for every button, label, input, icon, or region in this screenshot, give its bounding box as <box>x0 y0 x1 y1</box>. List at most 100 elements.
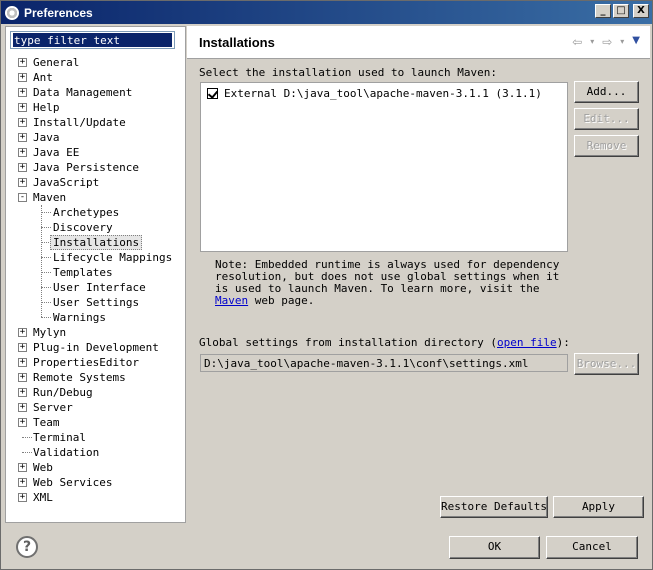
tree-item-data-management[interactable]: + Data Management <box>6 85 187 100</box>
maximize-button[interactable]: □ <box>613 4 629 18</box>
tree-item-remote-systems[interactable]: + Remote Systems <box>6 370 187 385</box>
tree-item-label: Maven <box>33 191 67 204</box>
tree-item-java-persistence[interactable]: + Java Persistence <box>6 160 187 175</box>
tree-item-user-interface[interactable]: User Interface <box>6 280 187 295</box>
tree-item-web-services[interactable]: + Web Services <box>6 475 187 490</box>
restore-defaults-button[interactable]: Restore Defaults <box>440 496 548 518</box>
tree-item-server[interactable]: + Server <box>6 400 187 415</box>
tree-item-label: User Settings <box>53 296 140 309</box>
title-bar[interactable]: Preferences _ □ X <box>1 1 652 24</box>
add-button[interactable]: Add... <box>574 81 639 103</box>
expand-icon[interactable]: + <box>18 178 27 187</box>
tree-item-label: XML <box>33 491 53 504</box>
global-settings-text-end: ): <box>556 336 570 349</box>
tree-item-ant[interactable]: + Ant <box>6 70 187 85</box>
collapse-icon[interactable]: - <box>18 193 27 202</box>
open-file-link[interactable]: open file <box>497 336 557 349</box>
expand-icon[interactable]: + <box>18 148 27 157</box>
preference-page: Installations ⇦ ▾ ⇨ ▾ ▼ Select the insta… <box>187 26 650 523</box>
expand-icon[interactable]: + <box>18 133 27 142</box>
installation-row[interactable]: External D:\java_tool\apache-maven-3.1.1… <box>207 87 542 100</box>
window-title: Preferences <box>24 5 93 20</box>
tree-item-user-settings[interactable]: User Settings <box>6 295 187 310</box>
expand-icon[interactable]: + <box>18 343 27 352</box>
expand-icon[interactable]: + <box>18 88 27 97</box>
preference-tree-panel: + General + Ant + Data Management + Help + In… <box>5 26 186 523</box>
back-icon[interactable]: ⇦ <box>572 35 582 49</box>
expand-icon[interactable]: + <box>18 463 27 472</box>
tree-item-validation[interactable]: Validation <box>6 445 187 460</box>
close-button[interactable]: X <box>633 4 649 18</box>
installation-checkbox[interactable] <box>207 88 218 99</box>
expand-icon[interactable]: + <box>18 493 27 502</box>
expand-icon[interactable]: + <box>18 118 27 127</box>
expand-icon[interactable]: + <box>18 388 27 397</box>
tree-item-label: Templates <box>53 266 113 279</box>
tree-item-label: Discovery <box>53 221 113 234</box>
forward-icon[interactable]: ⇨ <box>602 35 612 49</box>
ok-button[interactable]: OK <box>449 536 540 559</box>
filter-input[interactable] <box>13 33 172 47</box>
tree-item-javascript[interactable]: + JavaScript <box>6 175 187 190</box>
tree-item-team[interactable]: + Team <box>6 415 187 430</box>
tree-item-label: General <box>33 56 80 69</box>
tree-item-discovery[interactable]: Discovery <box>6 220 187 235</box>
apply-button[interactable]: Apply <box>553 496 644 518</box>
expand-icon[interactable]: + <box>18 358 27 367</box>
expand-icon[interactable]: + <box>18 163 27 172</box>
back-dropdown-icon[interactable]: ▾ <box>590 35 594 49</box>
tree-item-label: PropertiesEditor <box>33 356 139 369</box>
tree-item-templates[interactable]: Templates <box>6 265 187 280</box>
edit-button[interactable]: Edit... <box>574 108 639 130</box>
note-text: Note: Embedded runtime is always used fo… <box>215 258 560 295</box>
tree-item-label: User Interface <box>53 281 146 294</box>
tree-item-label: Remote Systems <box>33 371 126 384</box>
minimize-button[interactable]: _ <box>595 4 611 18</box>
expand-icon[interactable]: + <box>18 403 27 412</box>
installations-list[interactable]: External D:\java_tool\apache-maven-3.1.1… <box>200 82 568 252</box>
tree-item-label: JavaScript <box>33 176 100 189</box>
help-icon[interactable]: ? <box>16 536 38 558</box>
filter-field-box <box>10 31 175 49</box>
tree-item-label: Ant <box>33 71 53 84</box>
expand-icon[interactable]: + <box>18 73 27 82</box>
tree-item-installations[interactable]: Installations <box>6 235 187 250</box>
tree-item-run-debug[interactable]: + Run/Debug <box>6 385 187 400</box>
tree-item-label: Java Persistence <box>33 161 139 174</box>
expand-icon[interactable]: + <box>18 418 27 427</box>
tree-item-archetypes[interactable]: Archetypes <box>6 205 187 220</box>
tree-item-label: Lifecycle Mappings <box>53 251 173 264</box>
expand-icon[interactable]: + <box>18 103 27 112</box>
tree-item-install-update[interactable]: + Install/Update <box>6 115 187 130</box>
tree-item-warnings[interactable]: Warnings <box>6 310 187 325</box>
tree-item-web[interactable]: + Web <box>6 460 187 475</box>
tree-item-xml[interactable]: + XML <box>6 490 187 505</box>
maven-link[interactable]: Maven <box>215 294 248 307</box>
tree-item-maven[interactable]: - Maven <box>6 190 187 205</box>
tree-item-help[interactable]: + Help <box>6 100 187 115</box>
tree-item-label: Web Services <box>33 476 113 489</box>
tree-item-general[interactable]: + General <box>6 55 187 70</box>
tree-item-mylyn[interactable]: + Mylyn <box>6 325 187 340</box>
note-text-end: web page. <box>248 294 315 307</box>
view-menu-icon[interactable]: ▼ <box>632 35 640 49</box>
tree-item-label: Terminal <box>33 431 86 444</box>
tree-item-lifecycle-mappings[interactable]: Lifecycle Mappings <box>6 250 187 265</box>
cancel-button[interactable]: Cancel <box>546 536 638 559</box>
global-settings-path-field[interactable]: D:\java_tool\apache-maven-3.1.1\conf\set… <box>200 354 568 372</box>
expand-icon[interactable]: + <box>18 58 27 67</box>
tree-item-terminal[interactable]: Terminal <box>6 430 187 445</box>
tree-item-plugin-development[interactable]: + Plug-in Development <box>6 340 187 355</box>
tree-item-properties-editor[interactable]: + PropertiesEditor <box>6 355 187 370</box>
tree-item-label: Java EE <box>33 146 80 159</box>
expand-icon[interactable]: + <box>18 328 27 337</box>
tree-item-java-ee[interactable]: + Java EE <box>6 145 187 160</box>
forward-dropdown-icon[interactable]: ▾ <box>620 35 624 49</box>
browse-button[interactable]: Browse... <box>574 353 639 375</box>
remove-button[interactable]: Remove <box>574 135 639 157</box>
tree-item-label: Data Management <box>33 86 133 99</box>
expand-icon[interactable]: + <box>18 373 27 382</box>
tree-item-label: Run/Debug <box>33 386 93 399</box>
tree-item-java[interactable]: + Java <box>6 130 187 145</box>
expand-icon[interactable]: + <box>18 478 27 487</box>
